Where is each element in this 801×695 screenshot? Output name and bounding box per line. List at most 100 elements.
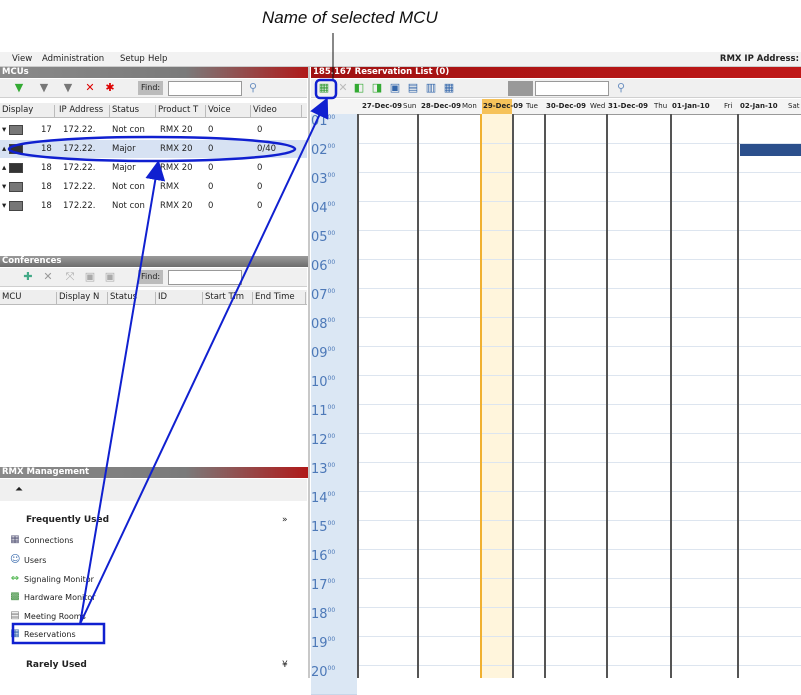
col-display[interactable]: Display [0,105,55,117]
expand-arrow-icon[interactable]: ▾ [2,125,6,135]
conference-tool-icon-3[interactable]: ▣ [104,271,116,283]
col-id[interactable]: ID [156,292,203,304]
weekday-label: Thu [654,102,668,110]
day-column-divider [544,114,546,678]
expand-arrow-icon[interactable]: ▾ [2,201,6,211]
mcu-product: RMX 20 [160,144,193,154]
nav-connections[interactable]: ▦ Connections [10,535,73,546]
expand-section-icon[interactable]: ¥ [282,660,288,670]
conference-tool-icon[interactable]: ⤧ [64,271,76,283]
annotation-callout-text: Name of selected MCU [262,8,438,27]
list-view-icon[interactable]: ▦ [443,82,455,94]
minutes-label: 00 [327,549,336,556]
expand-arrow-icon[interactable]: ▴ [2,163,6,173]
reservation-find-input[interactable] [535,81,609,96]
mcus-toolbar: ▼ ▼ ▼ ✕ ✱ Find: ⚲ [0,79,307,98]
menu-administration[interactable]: Administration [42,54,104,64]
mcu-ip: 172.22. [63,144,96,154]
conference-tool-icon-2[interactable]: ▣ [84,271,96,283]
today-view-icon[interactable]: ▣ [389,82,401,94]
col-product-type[interactable]: Product T [156,105,206,117]
nav-label: Signaling Monitor [24,575,94,584]
hour-label: 0900 [311,346,357,376]
col-display-name[interactable]: Display N [57,292,108,304]
mcu-product: RMX 20 [160,201,193,211]
delete-reservation-icon[interactable]: ✕ [337,82,349,94]
reservation-block[interactable] [740,143,801,156]
minutes-label: 00 [327,462,336,469]
new-reservation-icon[interactable]: ▦ [318,82,330,94]
collapse-section-icon[interactable]: » [282,515,288,525]
day-header: 30-Dec-09 [546,102,587,110]
conferences-find-input[interactable] [168,270,242,285]
mcu-product: RMX [160,182,180,192]
mcu-device-icon [9,144,23,154]
delete-conference-icon[interactable]: ✕ [42,271,54,283]
mcu-row[interactable]: ▴ 18 172.22. Major RMX 20 0 0 [0,159,307,177]
expand-arrow-icon[interactable]: ▾ [2,182,6,192]
mcu-display: 18 [41,144,52,154]
minutes-label: 00 [327,636,336,643]
nav-signaling-monitor[interactable]: ⇔ Signaling Monitor [11,574,94,585]
delete-mcu-icon[interactable]: ✕ [84,82,96,94]
nav-hardware-monitor[interactable]: ▩ Hardware Monitor [10,592,95,603]
conferences-column-header: MCU Display N Status ID Start Tim End Ti… [0,290,307,305]
search-icon[interactable]: ⚲ [615,82,627,94]
day-view-icon[interactable]: ▥ [425,82,437,94]
col-ip-address[interactable]: IP Address [57,105,110,117]
menu-help[interactable]: Help [148,54,167,64]
frequently-used-header[interactable]: Frequently Used [26,515,109,525]
next-week-icon[interactable]: ◨ [371,82,383,94]
mcu-row[interactable]: ▾ 17 172.22. Not con RMX 20 0 0 [0,121,307,139]
connect-mcu-icon[interactable]: ▼ [38,82,50,94]
menu-setup[interactable]: Setup [120,54,145,64]
mcus-find-label: Find: [138,81,164,95]
col-status[interactable]: Status [110,105,156,117]
grid-line [357,578,801,579]
hour-label: 0400 [311,201,357,231]
nav-meeting-rooms[interactable]: ▤ Meeting Rooms [10,611,85,622]
minutes-label: 00 [327,433,336,440]
disconnect-mcu-icon[interactable]: ▼ [62,82,74,94]
minutes-label: 00 [327,346,336,353]
nav-users[interactable]: ☺ Users [10,555,46,566]
mcu-row[interactable]: ▾ 18 172.22. Not con RMX 20 0 0 [0,197,307,215]
rmx-ip-label: RMX IP Address: [719,54,799,64]
collapse-icon[interactable]: ⏶ [15,484,23,495]
mcu-row[interactable]: ▾ 18 172.22. Not con RMX 0 0 [0,178,307,196]
grid-line [357,520,801,521]
weekday-label: Mon [462,102,477,110]
col-mcu[interactable]: MCU [0,292,57,304]
mcu-video: 0 [257,163,263,173]
week-view-icon[interactable]: ▤ [407,82,419,94]
add-conference-icon[interactable]: ✚ [22,271,34,283]
col-start-time[interactable]: Start Tim [203,292,253,304]
mcu-device-icon [9,125,23,135]
minutes-label: 00 [327,491,336,498]
delete-all-mcu-icon[interactable]: ✱ [104,82,116,94]
find-button[interactable] [508,81,533,96]
add-mcu-icon[interactable]: ▼ [13,82,25,94]
reservation-list-title: 185.167 Reservation List (0) [311,67,801,78]
mcu-row-selected[interactable]: ▴ 18 172.22. Major RMX 20 0 0/40 [0,140,307,158]
expand-arrow-icon[interactable]: ▴ [2,144,6,154]
hour-label: 1100 [311,404,357,434]
hour-label: 1800 [311,607,357,637]
mcus-find-input[interactable] [168,81,242,96]
col-end-time[interactable]: End Time [253,292,306,304]
col-status[interactable]: Status [108,292,156,304]
nav-reservations[interactable]: ▦ Reservations [10,629,75,640]
mcu-status: Not con [112,125,145,135]
col-voice[interactable]: Voice [206,105,251,117]
previous-week-icon[interactable]: ◧ [353,82,365,94]
search-icon[interactable]: ⚲ [247,82,259,94]
splitter[interactable] [308,67,310,678]
rarely-used-header[interactable]: Rarely Used [26,660,87,670]
mcu-video: 0 [257,125,263,135]
grid-line [357,549,801,550]
day-column-divider [606,114,608,678]
minutes-label: 00 [327,520,336,527]
col-video[interactable]: Video [251,105,302,117]
day-column-divider [480,114,482,678]
menu-view[interactable]: View [12,54,32,64]
